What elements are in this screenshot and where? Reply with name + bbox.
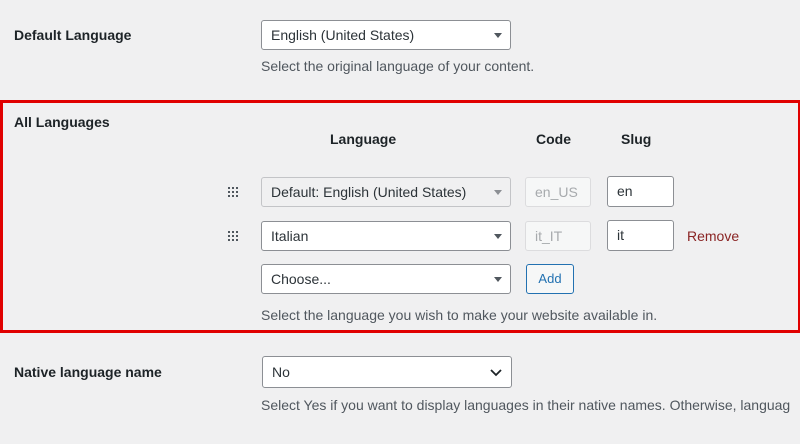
all-languages-label: All Languages: [14, 114, 110, 130]
column-header-code: Code: [536, 131, 571, 147]
default-language-value: English (United States): [271, 27, 415, 43]
language-select-default: Default: English (United States): [261, 177, 511, 207]
native-language-name-select[interactable]: No: [262, 356, 512, 388]
language-select-italian[interactable]: Italian: [261, 221, 511, 251]
caret-down-icon: [494, 234, 502, 239]
slug-input[interactable]: en: [607, 176, 674, 207]
code-field: en_US: [525, 177, 591, 207]
column-header-language: Language: [330, 131, 397, 147]
native-language-name-value: No: [272, 364, 290, 380]
code-field: it_IT: [525, 221, 591, 251]
all-languages-description: Select the language you wish to make you…: [261, 307, 658, 323]
add-language-button[interactable]: Add: [526, 264, 574, 294]
choose-language-placeholder: Choose...: [271, 271, 331, 287]
language-value: Default: English (United States): [271, 184, 467, 200]
drag-handle-icon[interactable]: [228, 187, 238, 197]
choose-language-select[interactable]: Choose...: [261, 264, 511, 294]
slug-input[interactable]: it: [607, 220, 674, 251]
caret-down-icon: [494, 33, 502, 38]
native-language-name-label: Native language name: [14, 364, 162, 380]
chevron-down-icon: [490, 369, 502, 377]
drag-handle-icon[interactable]: [228, 231, 238, 241]
default-language-description: Select the original language of your con…: [261, 58, 535, 74]
remove-language-link[interactable]: Remove: [687, 228, 739, 244]
caret-down-icon: [494, 190, 502, 195]
language-value: Italian: [271, 228, 309, 244]
all-languages-highlight-frame: [0, 100, 800, 333]
default-language-label: Default Language: [14, 27, 132, 43]
caret-down-icon: [494, 277, 502, 282]
column-header-slug: Slug: [621, 131, 652, 147]
default-language-select[interactable]: English (United States): [261, 20, 511, 50]
native-language-name-description: Select Yes if you want to display langua…: [261, 397, 791, 413]
